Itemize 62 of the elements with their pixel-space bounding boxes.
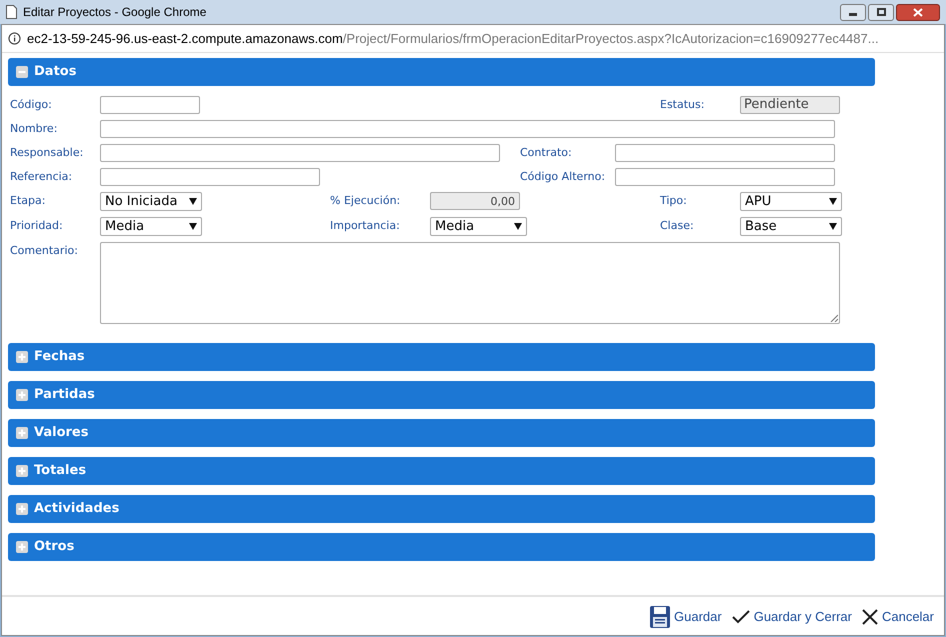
field-label: Código Alterno:	[520, 169, 606, 185]
section-header[interactable]: Datos	[8, 58, 875, 86]
dropdown[interactable]: Base	[740, 217, 842, 236]
field-label: Nombre:	[10, 121, 58, 137]
dropdown[interactable]: Media	[430, 217, 527, 236]
section-title: Actividades	[34, 500, 120, 518]
resize-handle-icon	[830, 314, 838, 322]
caret-icon	[829, 223, 837, 230]
caret-icon	[189, 223, 197, 230]
section-title: Datos	[34, 63, 76, 82]
comment-field[interactable]	[100, 242, 840, 324]
close-icon	[862, 609, 878, 625]
caret-icon	[189, 198, 197, 205]
section-title: Fechas	[34, 348, 85, 366]
field-label: % Ejecución:	[330, 193, 402, 209]
section-title: Otros	[34, 538, 74, 556]
section-header[interactable]: Totales	[8, 457, 875, 485]
field-label: Responsable:	[10, 145, 84, 161]
minimize-button[interactable]	[840, 4, 866, 20]
field-label: Prioridad:	[10, 218, 64, 234]
address-bar[interactable]: ec2-13-59-245-96.us-east-2.compute.amazonaws.com/Project/Formularios/frmOperacionEditarProyectos.aspx?IcAutorizacion=c16909277ec4487...	[2, 25, 944, 53]
section-header[interactable]: Otros	[8, 533, 875, 561]
caret-icon	[829, 198, 837, 205]
section-header[interactable]: Fechas	[8, 343, 875, 371]
maximize-button[interactable]	[868, 4, 894, 20]
text-field[interactable]	[100, 144, 500, 162]
page-icon	[6, 5, 17, 19]
field-label: Contrato:	[520, 145, 573, 161]
text-field[interactable]	[100, 120, 835, 138]
dropdown[interactable]: No Iniciada	[100, 192, 202, 211]
percent-field[interactable]: 0,00	[430, 192, 520, 210]
field-label: Clase:	[660, 218, 695, 234]
field-label: Referencia:	[10, 169, 74, 185]
url-text: ec2-13-59-245-96.us-east-2.compute.amazonaws.com/Project/Formularios/frmOperacionEditarProyectos.aspx?IcAutorizacion=c16909277ec4487...	[27, 30, 879, 48]
close-icon	[913, 8, 923, 16]
text-field[interactable]	[100, 168, 320, 186]
info-icon	[8, 32, 21, 45]
field-label: Tipo:	[660, 193, 688, 209]
dropdown[interactable]: APU	[740, 192, 842, 211]
section-title: Partidas	[34, 386, 95, 404]
field-label: Importancia:	[330, 218, 401, 234]
section-header[interactable]: Partidas	[8, 381, 875, 409]
status-field[interactable]: Pendiente	[740, 96, 840, 114]
footer-button[interactable]: Guardar y Cerrar	[732, 607, 852, 627]
section-title: Totales	[34, 462, 86, 480]
text-field[interactable]	[615, 168, 835, 186]
section-title: Valores	[34, 424, 88, 442]
field-label: Etapa:	[10, 193, 46, 209]
section-header[interactable]: Valores	[8, 419, 875, 447]
footer-button[interactable]: Cancelar	[862, 607, 934, 627]
footer-button[interactable]: Guardar	[650, 606, 722, 628]
dropdown[interactable]: Media	[100, 217, 202, 236]
text-field[interactable]	[100, 96, 200, 114]
window-title: Editar Proyectos - Google Chrome	[23, 4, 206, 21]
text-field[interactable]	[615, 144, 835, 162]
caret-icon	[514, 223, 522, 230]
field-label: Estatus:	[660, 97, 706, 113]
field-label: Código:	[10, 97, 53, 113]
close-button[interactable]	[896, 4, 940, 20]
check-icon	[732, 610, 750, 624]
section-header[interactable]: Actividades	[8, 495, 875, 523]
field-label: Comentario:	[10, 243, 79, 259]
